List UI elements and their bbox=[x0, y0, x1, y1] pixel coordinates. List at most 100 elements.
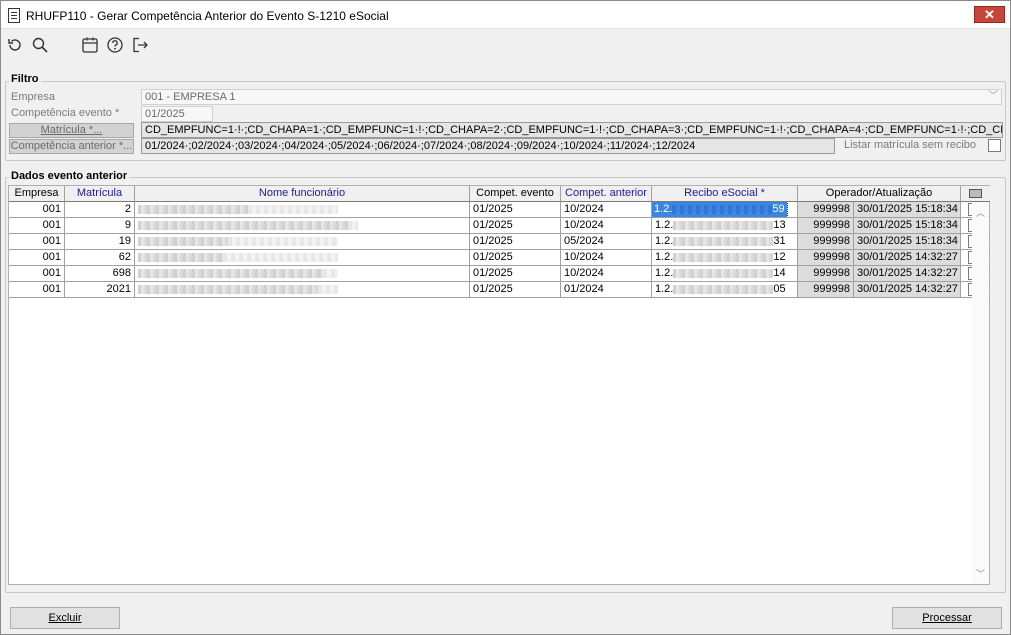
listar-sem-recibo-checkbox[interactable] bbox=[988, 139, 1001, 152]
cell-atualizacao[interactable]: 30/01/2025 15:18:34 bbox=[854, 234, 961, 250]
table-row[interactable]: 001 698 01/2025 10/2024 1.2. 14 999998 30/01/20… bbox=[9, 266, 990, 282]
cell-operador[interactable]: 999998 bbox=[798, 282, 854, 298]
cell-matricula[interactable]: 2 bbox=[65, 202, 135, 218]
cell-matricula[interactable]: 62 bbox=[65, 250, 135, 266]
header-operador[interactable]: Operador/Atualização bbox=[798, 186, 961, 202]
cell-empresa[interactable]: 001 bbox=[9, 234, 65, 250]
empresa-select[interactable]: 001 - EMPRESA 1 ﹀ bbox=[141, 89, 1002, 105]
header-recibo[interactable]: Recibo eSocial * bbox=[652, 186, 798, 202]
help-icon[interactable] bbox=[106, 36, 124, 54]
excluir-button[interactable]: Excluir bbox=[10, 607, 120, 629]
cell-matricula[interactable]: 698 bbox=[65, 266, 135, 282]
cell-operador[interactable]: 999998 bbox=[798, 266, 854, 282]
cell-compet-evento[interactable]: 01/2025 bbox=[470, 202, 561, 218]
header-empresa[interactable]: Empresa bbox=[9, 186, 65, 202]
recibo-prefix: 1.2. bbox=[655, 235, 674, 247]
table-row[interactable]: 001 62 01/2025 10/2024 1.2. 12 999998 30/01/202… bbox=[9, 250, 990, 266]
cell-recibo[interactable]: 1.2. 05 bbox=[652, 282, 798, 298]
header-matricula[interactable]: Matrícula bbox=[65, 186, 135, 202]
cell-empresa[interactable]: 001 bbox=[9, 266, 65, 282]
select-all-icon bbox=[969, 189, 982, 198]
redacted-name-shade bbox=[348, 220, 358, 230]
cell-empresa[interactable]: 001 bbox=[9, 250, 65, 266]
cell-atualizacao[interactable]: 30/01/2025 14:32:27 bbox=[854, 250, 961, 266]
scroll-down-icon[interactable]: ﹀ bbox=[976, 567, 985, 580]
table-row[interactable]: 001 9 01/2025 10/2024 1.2. 13 999998 30/01/2025… bbox=[9, 218, 990, 234]
competencia-evento-field[interactable]: 01/2025 bbox=[141, 106, 213, 122]
dados-legend: Dados evento anterior bbox=[9, 170, 130, 182]
table-row[interactable]: 001 19 01/2025 05/2024 1.2. 31 999998 30/01/202… bbox=[9, 234, 990, 250]
recibo-prefix: 1.2. bbox=[655, 267, 674, 279]
cell-recibo[interactable]: 1.2. 14 bbox=[652, 266, 798, 282]
refresh-icon[interactable] bbox=[6, 36, 24, 54]
redacted-recibo bbox=[673, 221, 774, 230]
table-row[interactable]: 001 2021 01/2025 01/2024 1.2. 05 999998 30/01/2… bbox=[9, 282, 990, 298]
cell-nome[interactable] bbox=[135, 234, 470, 250]
competencia-anterior-field[interactable]: 01/2024·;02/2024·;03/2024·;04/2024·;05/2… bbox=[141, 138, 835, 154]
cell-compet-anterior[interactable]: 01/2024 bbox=[561, 282, 652, 298]
redacted-name-shade bbox=[228, 236, 338, 246]
cell-operador[interactable]: 999998 bbox=[798, 202, 854, 218]
recibo-suffix: 14 bbox=[773, 267, 786, 279]
calendar-icon[interactable] bbox=[81, 36, 99, 54]
cell-compet-evento[interactable]: 01/2025 bbox=[470, 234, 561, 250]
header-select-all[interactable] bbox=[961, 186, 990, 202]
redacted-recibo bbox=[672, 205, 773, 214]
cell-atualizacao[interactable]: 30/01/2025 15:18:34 bbox=[854, 202, 961, 218]
close-button[interactable]: ✕ bbox=[974, 6, 1005, 23]
cell-compet-evento[interactable]: 01/2025 bbox=[470, 266, 561, 282]
cell-compet-anterior[interactable]: 10/2024 bbox=[561, 250, 652, 266]
redacted-name-shade bbox=[323, 268, 338, 278]
listar-sem-recibo-label: Listar matrícula sem recibo bbox=[844, 139, 977, 151]
table-row[interactable]: 001 2 01/2025 10/2024 1.2. 59 999998 30/01/2025… bbox=[9, 202, 990, 218]
cell-nome[interactable] bbox=[135, 250, 470, 266]
cell-nome[interactable] bbox=[135, 282, 470, 298]
cell-atualizacao[interactable]: 30/01/2025 14:32:27 bbox=[854, 282, 961, 298]
cell-nome[interactable] bbox=[135, 218, 470, 234]
processar-label: Processar bbox=[922, 612, 972, 624]
cell-matricula[interactable]: 2021 bbox=[65, 282, 135, 298]
cell-atualizacao[interactable]: 30/01/2025 15:18:34 bbox=[854, 218, 961, 234]
scroll-up-icon[interactable]: ︿ bbox=[976, 206, 985, 219]
recibo-suffix: 12 bbox=[773, 251, 786, 263]
cell-operador[interactable]: 999998 bbox=[798, 218, 854, 234]
cell-compet-anterior[interactable]: 05/2024 bbox=[561, 234, 652, 250]
cell-compet-anterior[interactable]: 10/2024 bbox=[561, 266, 652, 282]
cell-empresa[interactable]: 001 bbox=[9, 218, 65, 234]
recibo-prefix: 1.2. bbox=[654, 203, 673, 215]
header-compet-evento[interactable]: Compet. evento bbox=[470, 186, 561, 202]
cell-compet-anterior[interactable]: 10/2024 bbox=[561, 202, 652, 218]
search-icon[interactable] bbox=[31, 36, 49, 54]
competencia-anterior-button[interactable]: Competência anterior *... bbox=[9, 139, 134, 154]
competencia-evento-label: Competência evento * bbox=[11, 107, 120, 119]
cell-compet-evento[interactable]: 01/2025 bbox=[470, 250, 561, 266]
cell-operador[interactable]: 999998 bbox=[798, 250, 854, 266]
matricula-field[interactable]: CD_EMPFUNC=1·!·;CD_CHAPA=1·;CD_EMPFUNC=1… bbox=[141, 122, 1003, 138]
cell-nome[interactable] bbox=[135, 202, 470, 218]
matricula-button[interactable]: Matrícula *... bbox=[9, 123, 134, 138]
cell-atualizacao[interactable]: 30/01/2025 14:32:27 bbox=[854, 266, 961, 282]
cell-compet-evento[interactable]: 01/2025 bbox=[470, 218, 561, 234]
cell-recibo[interactable]: 1.2. 31 bbox=[652, 234, 798, 250]
cell-compet-anterior[interactable]: 10/2024 bbox=[561, 218, 652, 234]
header-compet-anterior[interactable]: Compet. anterior bbox=[561, 186, 652, 202]
redacted-recibo bbox=[673, 269, 774, 278]
cell-compet-evento[interactable]: 01/2025 bbox=[470, 282, 561, 298]
header-nome[interactable]: Nome funcionário bbox=[135, 186, 470, 202]
filter-legend: Filtro bbox=[9, 73, 41, 85]
cell-recibo[interactable]: 1.2. 13 bbox=[652, 218, 798, 234]
cell-recibo[interactable]: 1.2. 12 bbox=[652, 250, 798, 266]
processar-button[interactable]: Processar bbox=[892, 607, 1002, 629]
cell-operador[interactable]: 999998 bbox=[798, 234, 854, 250]
cell-empresa[interactable]: 001 bbox=[9, 202, 65, 218]
cell-matricula[interactable]: 19 bbox=[65, 234, 135, 250]
cell-empresa[interactable]: 001 bbox=[9, 282, 65, 298]
exit-icon[interactable] bbox=[131, 36, 149, 54]
cell-recibo[interactable]: 1.2. 59 bbox=[652, 202, 798, 218]
application-window: RHUFP110 - Gerar Competência Anterior do… bbox=[0, 0, 1011, 635]
cell-matricula[interactable]: 9 bbox=[65, 218, 135, 234]
vertical-scrollbar[interactable]: ︿ ﹀ bbox=[972, 202, 989, 584]
grid-header: Empresa Matrícula Nome funcionário Compe… bbox=[9, 186, 990, 202]
cell-nome[interactable] bbox=[135, 266, 470, 282]
redacted-recibo bbox=[673, 253, 774, 262]
